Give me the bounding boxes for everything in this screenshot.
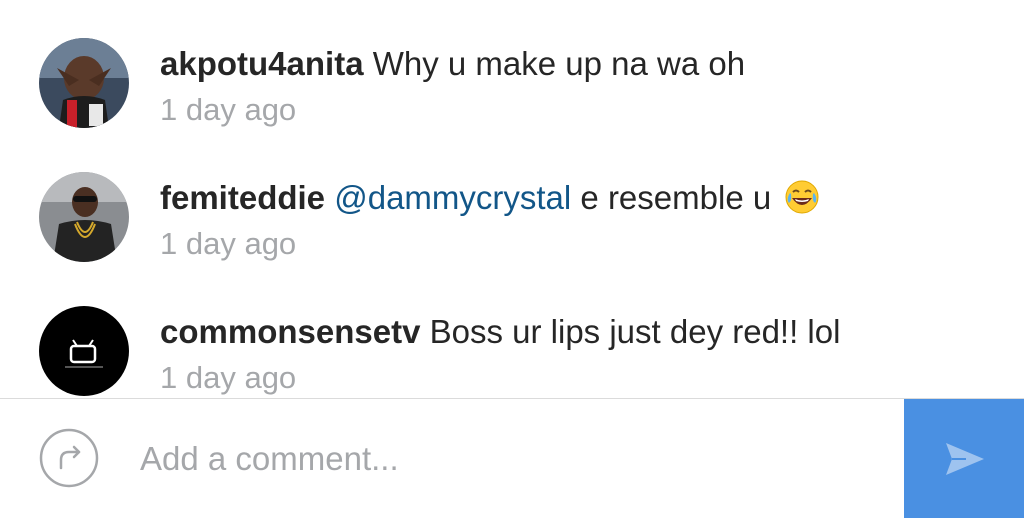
send-button[interactable]	[904, 399, 1024, 518]
comment-text: femiteddie @dammycrystal e resemble u	[160, 176, 820, 220]
comment-item: commonsensetv Boss ur lips just dey red!…	[0, 306, 1024, 398]
comment-timestamp: 1 day ago	[160, 92, 297, 127]
username-link[interactable]: akpotu4anita	[160, 45, 364, 82]
comment-input[interactable]	[128, 419, 892, 499]
comment-item: femiteddie @dammycrystal e resemble u 1 …	[0, 172, 1024, 306]
send-icon	[946, 443, 984, 475]
comment-list[interactable]: akpotu4anita Why u make up na wa oh 1 da…	[0, 0, 1024, 398]
comment-text: akpotu4anita Why u make up na wa oh	[160, 42, 745, 86]
comment-composer	[0, 398, 1024, 518]
avatar[interactable]	[39, 172, 129, 262]
comment-timestamp: 1 day ago	[160, 360, 297, 395]
comment-body: e resemble u	[580, 179, 772, 216]
comment-body: Boss ur lips just dey red!! lol	[429, 313, 841, 350]
comments-screen: akpotu4anita Why u make up na wa oh 1 da…	[0, 0, 1024, 518]
tears-of-joy-emoji-icon	[785, 180, 819, 214]
comment-timestamp: 1 day ago	[160, 226, 297, 261]
avatar-photo-femiteddie	[39, 172, 129, 262]
comment-item: akpotu4anita Why u make up na wa oh 1 da…	[0, 38, 1024, 172]
mention-link[interactable]: @dammycrystal	[334, 179, 571, 216]
username-link[interactable]: femiteddie	[160, 179, 325, 216]
avatar-tv-logo-commonsensetv	[39, 306, 129, 396]
avatar[interactable]	[39, 38, 129, 128]
avatar[interactable]	[39, 306, 129, 396]
share-button[interactable]	[39, 428, 99, 488]
avatar-photo-akpotu4anita	[39, 38, 129, 128]
share-arrow-icon	[39, 428, 99, 488]
username-link[interactable]: commonsensetv	[160, 313, 420, 350]
comment-text: commonsensetv Boss ur lips just dey red!…	[160, 310, 840, 354]
comment-body: Why u make up na wa oh	[372, 45, 746, 82]
